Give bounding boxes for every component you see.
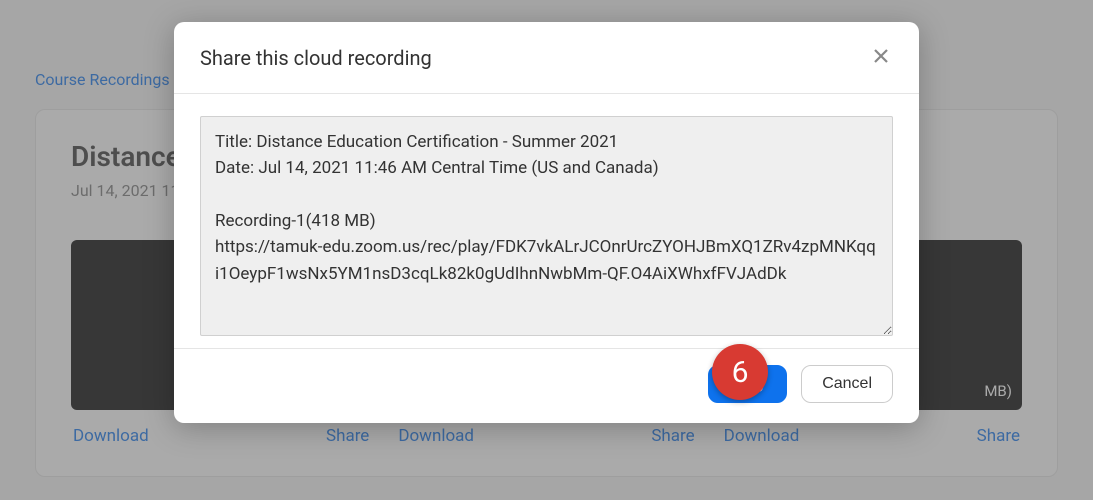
- modal-body: [174, 94, 919, 348]
- share-textarea[interactable]: [200, 116, 893, 336]
- share-modal: Share this cloud recording Copy Cancel: [174, 22, 919, 423]
- modal-footer: Copy Cancel: [174, 348, 919, 423]
- close-icon: [873, 48, 889, 64]
- close-button[interactable]: [869, 44, 893, 71]
- modal-title: Share this cloud recording: [200, 46, 432, 70]
- cancel-button[interactable]: Cancel: [801, 365, 893, 403]
- modal-header: Share this cloud recording: [174, 22, 919, 94]
- modal-overlay[interactable]: Share this cloud recording Copy Cancel 6: [0, 0, 1093, 500]
- annotation-badge-6: 6: [712, 344, 768, 400]
